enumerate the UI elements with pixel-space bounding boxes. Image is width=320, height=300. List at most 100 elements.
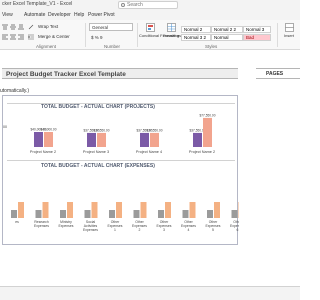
bar bbox=[84, 210, 91, 218]
projects-chart-title: TOTAL BUDGET - ACTUAL CHART (PROJECTS) bbox=[41, 104, 155, 110]
x-tick-label: 1 bbox=[114, 228, 116, 232]
bar bbox=[158, 210, 164, 218]
style-normal-3[interactable]: Normal 3 bbox=[243, 26, 271, 33]
group-styles-label: Styles bbox=[205, 44, 218, 49]
menu-developer[interactable]: Developer bbox=[48, 12, 71, 18]
expenses-chart: es ResearchExpensesMinistryExpensesSocial… bbox=[11, 202, 239, 232]
ribbon-separator bbox=[85, 23, 86, 47]
align-right-icon[interactable] bbox=[18, 34, 24, 40]
number-format-symbols[interactable]: $ % 9 bbox=[91, 35, 103, 40]
bar bbox=[91, 202, 98, 218]
sheet-note: utomatically.) bbox=[0, 88, 30, 94]
data-label: $40,000.00 bbox=[41, 128, 57, 132]
insert-button[interactable]: Insert bbox=[284, 33, 294, 38]
style-normal[interactable]: Normal bbox=[211, 34, 243, 41]
sheet-banner: Project Budget Tracker Excel Template bbox=[2, 68, 238, 79]
chart-divider bbox=[7, 160, 235, 161]
bar bbox=[44, 132, 53, 147]
bar bbox=[189, 202, 196, 218]
align-left-icon[interactable] bbox=[2, 34, 8, 40]
search-placeholder: Search bbox=[127, 2, 143, 8]
ribbon-separator bbox=[137, 23, 138, 47]
menu-bar: View Automate Developer Help Power Pivot bbox=[0, 10, 300, 20]
bar bbox=[140, 132, 149, 147]
bar bbox=[87, 132, 96, 147]
x-tick-label: es bbox=[15, 220, 19, 224]
bar bbox=[231, 210, 238, 218]
format-as-table-icon[interactable] bbox=[167, 23, 176, 32]
orientation-icon[interactable] bbox=[28, 24, 34, 30]
data-label: $37,550.00 bbox=[147, 128, 163, 132]
group-number-label: Number bbox=[104, 44, 121, 49]
align-middle-icon[interactable] bbox=[10, 24, 16, 30]
left-edge-label: 00 bbox=[3, 125, 7, 129]
bar bbox=[97, 132, 106, 147]
number-format-value: General bbox=[92, 25, 109, 30]
x-tick-label: Project Name 2 bbox=[30, 150, 56, 154]
x-tick-label: 3 bbox=[163, 228, 165, 232]
bar bbox=[214, 202, 220, 218]
ribbon: Wrap Text Merge & Center Alignment Gener… bbox=[0, 20, 300, 50]
bar bbox=[140, 202, 147, 218]
align-bottom-icon[interactable] bbox=[18, 24, 24, 30]
projects-chart: 00$40,000.00$40,000.00Project Name 2$37,… bbox=[3, 113, 216, 154]
x-tick-label: 5 bbox=[212, 228, 214, 232]
x-tick-label: Project Name 2 bbox=[189, 150, 215, 154]
search-icon bbox=[121, 3, 125, 7]
ribbon-separator bbox=[277, 23, 278, 47]
bar bbox=[238, 202, 239, 218]
menu-power-pivot[interactable]: Power Pivot bbox=[88, 12, 115, 18]
x-tick-label: Project Name 4 bbox=[136, 150, 162, 154]
expenses-chart-title: TOTAL BUDGET - ACTUAL CHART (EXPENSES) bbox=[41, 163, 155, 169]
bar bbox=[133, 210, 140, 218]
x-tick-label: Expenses bbox=[83, 228, 98, 232]
bar bbox=[203, 117, 212, 147]
bar bbox=[60, 210, 66, 218]
title-bar: cker Excel Template_V1 - Excel Search bbox=[0, 0, 300, 10]
align-top-icon[interactable] bbox=[2, 24, 8, 30]
style-normal-2-2[interactable]: Normal 2 2 bbox=[211, 26, 243, 33]
data-label: $37,550.00 bbox=[94, 128, 110, 132]
indent-icon[interactable] bbox=[28, 34, 34, 40]
search-box[interactable]: Search bbox=[118, 1, 178, 9]
bar bbox=[42, 202, 49, 218]
x-tick-label: Expenses bbox=[59, 224, 74, 228]
bar bbox=[67, 202, 73, 218]
bar bbox=[182, 210, 189, 218]
style-normal-3-2[interactable]: Normal 3 2 bbox=[181, 34, 211, 41]
number-format-select[interactable]: General bbox=[89, 23, 133, 31]
x-tick-label: 4 bbox=[188, 228, 190, 232]
bar bbox=[193, 132, 202, 147]
pages-header: PAGES bbox=[256, 68, 300, 79]
bar bbox=[35, 210, 42, 218]
menu-help[interactable]: Help bbox=[74, 12, 84, 18]
style-bad[interactable]: Bad bbox=[243, 34, 271, 41]
bar bbox=[34, 132, 43, 147]
group-alignment-label: Alignment bbox=[36, 44, 57, 49]
menu-automate[interactable]: Automate bbox=[24, 12, 45, 18]
column-header-area bbox=[0, 50, 300, 66]
align-center-icon[interactable] bbox=[10, 34, 16, 40]
conditional-formatting-icon[interactable] bbox=[146, 23, 155, 32]
menu-view[interactable]: View bbox=[2, 12, 13, 18]
bar bbox=[11, 210, 17, 218]
style-normal-2[interactable]: Normal 2 bbox=[181, 26, 211, 33]
bar bbox=[165, 202, 171, 218]
insert-icon[interactable] bbox=[285, 23, 294, 32]
bar bbox=[116, 202, 122, 218]
x-tick-label: Project Name 3 bbox=[83, 150, 109, 154]
x-tick-label: Expenses bbox=[34, 224, 49, 228]
sheet-title: Project Budget Tracker Excel Template bbox=[6, 70, 126, 78]
bar bbox=[18, 202, 24, 218]
bar bbox=[109, 210, 115, 218]
x-tick-label: 2 bbox=[139, 228, 141, 232]
bar bbox=[207, 210, 213, 218]
window-title: cker Excel Template_V1 - Excel bbox=[2, 1, 73, 7]
sheet-tab-bar bbox=[0, 286, 300, 300]
data-label: $77,550.00 bbox=[200, 113, 216, 117]
chart-area[interactable]: TOTAL BUDGET - ACTUAL CHART (PROJECTS) T… bbox=[2, 95, 239, 245]
merge-center-button[interactable]: Merge & Center bbox=[38, 34, 70, 39]
x-tick-label: 6 bbox=[237, 228, 239, 232]
pages-label: PAGES bbox=[266, 71, 284, 77]
wrap-text-button[interactable]: Wrap Text bbox=[38, 24, 58, 29]
